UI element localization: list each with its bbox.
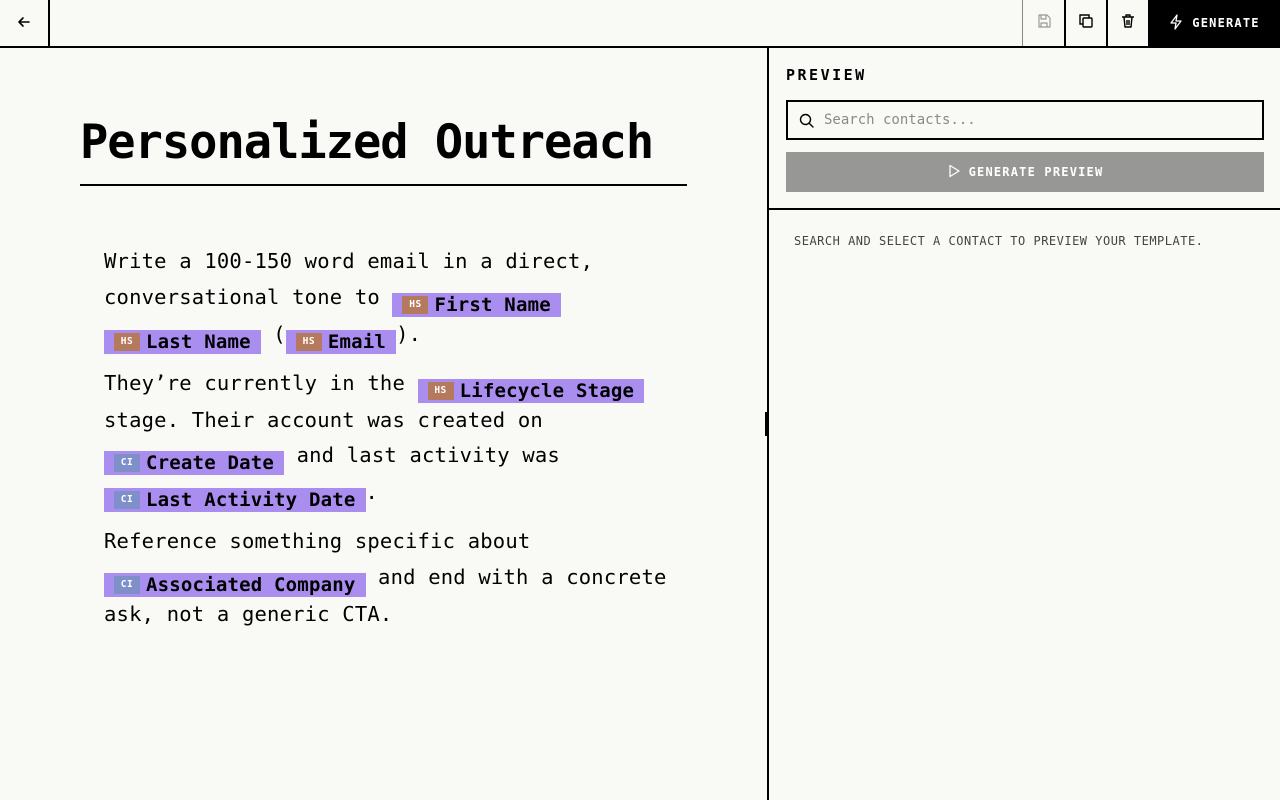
text-run: stage. Their account was created on (104, 407, 543, 432)
text-run: . (365, 480, 379, 504)
generate-button[interactable]: GENERATE (1148, 0, 1280, 46)
paragraph-3[interactable]: Reference something specific about CI Ass… (104, 524, 684, 632)
ci-badge: CI (114, 454, 140, 472)
variable-label: First Name (434, 293, 551, 316)
text-run: ( (260, 321, 286, 346)
duplicate-button[interactable] (1064, 0, 1106, 46)
variable-label: Associated Company (146, 573, 356, 596)
hubspot-badge: HS (114, 332, 140, 351)
preview-header: PREVIEW GENERATE PREVIEW (769, 48, 1280, 210)
search-input[interactable] (824, 102, 1254, 138)
play-icon (947, 164, 961, 181)
hubspot-badge: HS (427, 381, 454, 400)
back-button[interactable] (0, 0, 50, 46)
contact-search[interactable] (786, 100, 1264, 140)
delete-button[interactable] (1106, 0, 1148, 46)
hubspot-badge: HS (402, 295, 429, 314)
generate-preview-label: GENERATE PREVIEW (968, 165, 1104, 179)
variable-chip-create-date[interactable]: CI Create Date (104, 451, 285, 475)
variable-label: Email (327, 330, 387, 353)
variable-label: Lifecycle Stage (459, 379, 635, 402)
copy-icon (1078, 13, 1094, 33)
variable-label: Create Date (146, 452, 275, 474)
template-body[interactable]: Write a 100-150 word email in a direct, … (104, 244, 684, 644)
variable-chip-lifecycle-stage[interactable]: HS Lifecycle Stage (417, 378, 645, 403)
paragraph-2[interactable]: They’re currently in the HS Lifecycle Sta… (104, 366, 684, 512)
page-title[interactable]: Personalized Outreach (80, 114, 687, 186)
ci-badge: CI (114, 491, 140, 509)
save-button[interactable] (1022, 0, 1064, 46)
text-run: They’re currently in the (104, 370, 418, 395)
lightning-icon (1168, 13, 1184, 33)
variable-chip-first-name[interactable]: HS First Name (392, 292, 561, 317)
variable-chip-associated-company[interactable]: CI Associated Company (104, 572, 366, 597)
generate-preview-button[interactable]: GENERATE PREVIEW (786, 152, 1264, 192)
text-run: Reference something specific about (104, 529, 531, 553)
ci-badge: CI (114, 575, 140, 594)
top-toolbar: GENERATE (0, 0, 1280, 48)
variable-chip-last-name[interactable]: HS Last Name (104, 329, 261, 354)
preview-heading: PREVIEW (786, 66, 867, 84)
paragraph-1[interactable]: Write a 100-150 word email in a direct, … (104, 244, 684, 354)
generate-label: GENERATE (1192, 16, 1260, 30)
text-run: ). (396, 321, 422, 346)
variable-label: Last Name (146, 330, 251, 353)
template-editor: Personalized Outreach Write a 100-150 wo… (0, 48, 768, 800)
variable-label: Last Activity Date (146, 489, 356, 511)
text-run: and last activity was (284, 443, 560, 467)
arrow-left-icon (17, 14, 31, 33)
search-icon (788, 113, 824, 128)
preview-panel: PREVIEW GENERATE PREVIEW SEARCH AND SELE… (769, 48, 1280, 800)
variable-chip-last-activity-date[interactable]: CI Last Activity Date (104, 488, 366, 512)
variable-chip-email[interactable]: HS Email (285, 329, 397, 354)
save-icon (1036, 13, 1052, 33)
trash-icon (1120, 13, 1136, 33)
preview-empty-state: SEARCH AND SELECT A CONTACT TO PREVIEW Y… (794, 234, 1204, 248)
hubspot-badge: HS (295, 332, 322, 351)
